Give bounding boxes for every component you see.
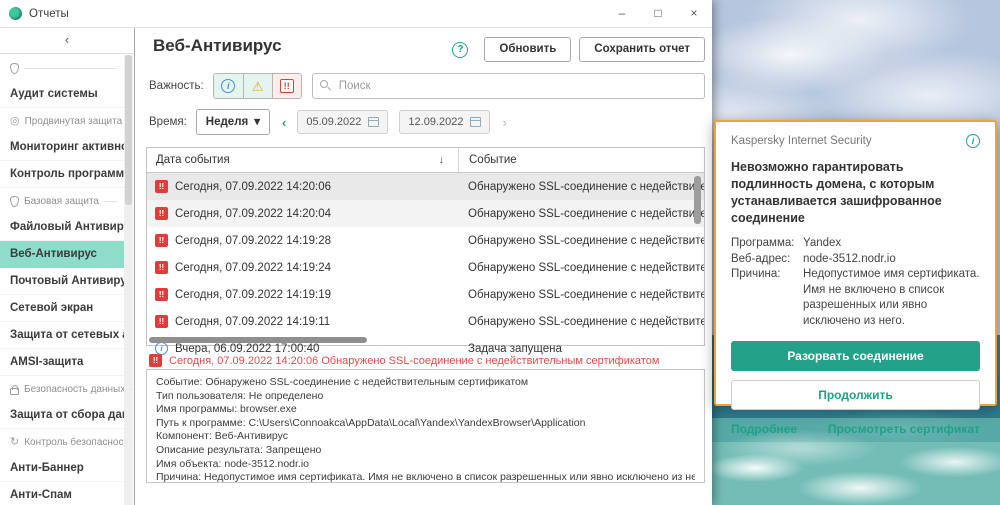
sidebar-section-advanced: ◎ Продвинутая защита [0, 108, 132, 134]
table-row[interactable]: !! Сегодня, 07.09.2022 14:20:06 Обнаружено… [147, 173, 704, 200]
refresh-icon: ↻ [10, 435, 20, 448]
popup-title: Невозможно гарантировать подлинность дом… [731, 160, 942, 225]
critical-icon: !! [155, 261, 168, 274]
detail-line: Тип пользователя: Не определено [156, 389, 324, 402]
info-icon: i [221, 79, 236, 93]
table-row[interactable]: !! Сегодня, 07.09.2022 14:19:19 Обнаружено… [147, 281, 704, 308]
sidebar-section-top [0, 55, 124, 81]
table-horizontal-scrollbar[interactable] [149, 337, 367, 343]
window-title: Отчеты [29, 7, 69, 20]
sidebar-item-amsi-protection[interactable]: AMSI-защита [0, 349, 124, 376]
lock-icon [10, 384, 19, 395]
table-header: Дата события ↓ Событие [147, 148, 704, 173]
warning-icon: ⚠ [251, 78, 264, 94]
critical-icon: !! [279, 79, 294, 93]
sidebar-section-data-security: Безопасность данных [0, 376, 134, 402]
severity-info-toggle[interactable]: i [213, 74, 243, 98]
table-row[interactable]: !! Сегодня, 07.09.2022 14:19:11 Обнаружено… [147, 308, 704, 335]
main-panel: Веб-Антивирус ? Обновить Сохранить отчет… [136, 28, 712, 505]
popup-field-program: Программа: Yandex [731, 237, 842, 249]
minimize-button[interactable]: – [604, 0, 640, 28]
sidebar-scrollbar-thumb[interactable] [125, 55, 132, 205]
period-dropdown[interactable]: Неделя ▾ [195, 109, 270, 135]
chevron-down-icon: ▾ [254, 116, 260, 128]
advanced-protection-icon: ◎ [10, 114, 20, 127]
close-button[interactable]: × [676, 0, 712, 28]
table-row[interactable]: !! Сегодня, 07.09.2022 14:19:28 Обнаружено… [147, 227, 704, 254]
sidebar-item-file-antivirus[interactable]: Файловый Антивирус [0, 214, 124, 241]
date-to-field[interactable]: 12.09.2022 [399, 110, 491, 134]
terminate-connection-button[interactable]: Разорвать соединение [731, 341, 980, 371]
critical-icon: !! [155, 315, 168, 328]
titlebar[interactable]: Отчеты – □ × [0, 0, 712, 28]
sidebar-item-system-audit[interactable]: Аудит системы [0, 81, 124, 108]
sidebar-section-security-control: ↻ Контроль безопасности [0, 429, 134, 455]
save-report-button[interactable]: Сохранить отчет [579, 37, 705, 62]
shield-icon [10, 195, 19, 207]
sidebar-item-network-attack-protection[interactable]: Защита от сетевых атак [0, 322, 124, 349]
detail-line: Имя программы: browser.exe [156, 403, 297, 416]
critical-icon: !! [155, 207, 168, 220]
table-row[interactable]: !! Сегодня, 07.09.2022 14:19:24 Обнаружено… [147, 254, 704, 281]
popup-field-web-address: Веб-адрес: node-3512.nodr.io [731, 252, 896, 265]
sort-desc-icon[interactable]: ↓ [439, 154, 459, 166]
sidebar-item-web-antivirus[interactable]: Веб-Антивирус [0, 241, 124, 268]
view-certificate-link[interactable]: Просмотреть сертификат [828, 422, 980, 436]
sidebar-item-activity-monitoring[interactable]: Мониторинг активности [0, 134, 124, 161]
time-label: Время: [149, 116, 187, 128]
critical-icon: !! [155, 180, 168, 193]
reports-window: Отчеты – □ × ‹ Аудит системы ◎ Продвинута… [0, 0, 712, 505]
severity-critical-toggle[interactable]: !! [271, 74, 301, 98]
sidebar-collapse-button[interactable]: ‹ [0, 28, 134, 54]
detail-header: !! Сегодня, 07.09.2022 14:20:06 Обнаруже… [149, 354, 659, 367]
prev-period-button[interactable]: ‹ [282, 115, 286, 130]
sidebar-item-anti-banner[interactable]: Анти-Баннер [0, 455, 124, 482]
kaspersky-logo-icon [9, 7, 22, 20]
search-icon [319, 80, 328, 88]
calendar-icon [470, 117, 482, 127]
events-table: Дата события ↓ Событие !! Сегодня, 07.09.2… [146, 147, 705, 355]
search-box [311, 73, 705, 99]
popup-field-reason: Причина: Недопустимое имя сертификата. Им… [731, 268, 980, 327]
next-period-button[interactable]: › [502, 115, 506, 130]
sidebar-item-data-collection-protection[interactable]: Защита от сбора данных [0, 402, 124, 429]
detail-panel: Событие: Обнаружено SSL-соединение с нед… [146, 369, 705, 483]
severity-filter-group: i ⚠ !! [212, 73, 302, 99]
critical-icon: !! [149, 354, 162, 367]
calendar-icon [368, 117, 380, 127]
detail-line: Описание результата: Запрещено [156, 443, 322, 456]
info-icon[interactable]: i [966, 134, 980, 148]
column-header-date[interactable]: Дата события ↓ [147, 148, 458, 172]
detail-line: Имя объекта: node-3512.nodr.io [156, 457, 310, 470]
table-row[interactable]: !! Сегодня, 07.09.2022 14:20:04 Обнаружено… [147, 200, 704, 227]
popup-app-name: Kaspersky Internet Security [731, 135, 872, 147]
search-input[interactable] [311, 73, 705, 99]
sidebar-scrollbar[interactable] [124, 55, 133, 505]
importance-label: Важность: [149, 80, 204, 92]
detail-line: Причина: Недопустимое имя сертификата. И… [156, 471, 695, 483]
sidebar-item-firewall[interactable]: Сетевой экран [0, 295, 124, 322]
critical-icon: !! [155, 288, 168, 301]
sidebar: ‹ Аудит системы ◎ Продвинутая защита Мони… [0, 28, 135, 505]
detail-line: Событие: Обнаружено SSL-соединение с нед… [156, 376, 529, 388]
help-icon[interactable]: ? [452, 41, 469, 58]
column-header-event[interactable]: Событие [458, 148, 704, 172]
maximize-button[interactable]: □ [640, 0, 676, 28]
page-title: Веб-Антивирус [153, 36, 282, 55]
continue-button[interactable]: Продолжить [731, 380, 980, 410]
refresh-button[interactable]: Обновить [484, 37, 572, 62]
details-link[interactable]: Подробнее [731, 422, 797, 436]
critical-icon: !! [155, 234, 168, 247]
severity-warning-toggle[interactable]: ⚠ [242, 74, 272, 98]
table-vertical-scrollbar[interactable] [694, 176, 701, 224]
sidebar-item-mail-antivirus[interactable]: Почтовый Антивирус [0, 268, 124, 295]
security-notification-popup: Kaspersky Internet Security i Невозможно… [714, 120, 997, 436]
sidebar-item-application-control[interactable]: Контроль программ [0, 161, 124, 188]
detail-line: Путь к программе: C:\Users\Connoakca\App… [156, 416, 586, 429]
sidebar-section-basic: Базовая защита [0, 188, 124, 214]
date-from-field[interactable]: 05.09.2022 [297, 110, 389, 134]
sidebar-item-anti-spam[interactable]: Анти-Спам [0, 482, 124, 505]
detail-line: Компонент: Веб-Антивирус [156, 430, 289, 443]
shield-icon [10, 62, 19, 74]
